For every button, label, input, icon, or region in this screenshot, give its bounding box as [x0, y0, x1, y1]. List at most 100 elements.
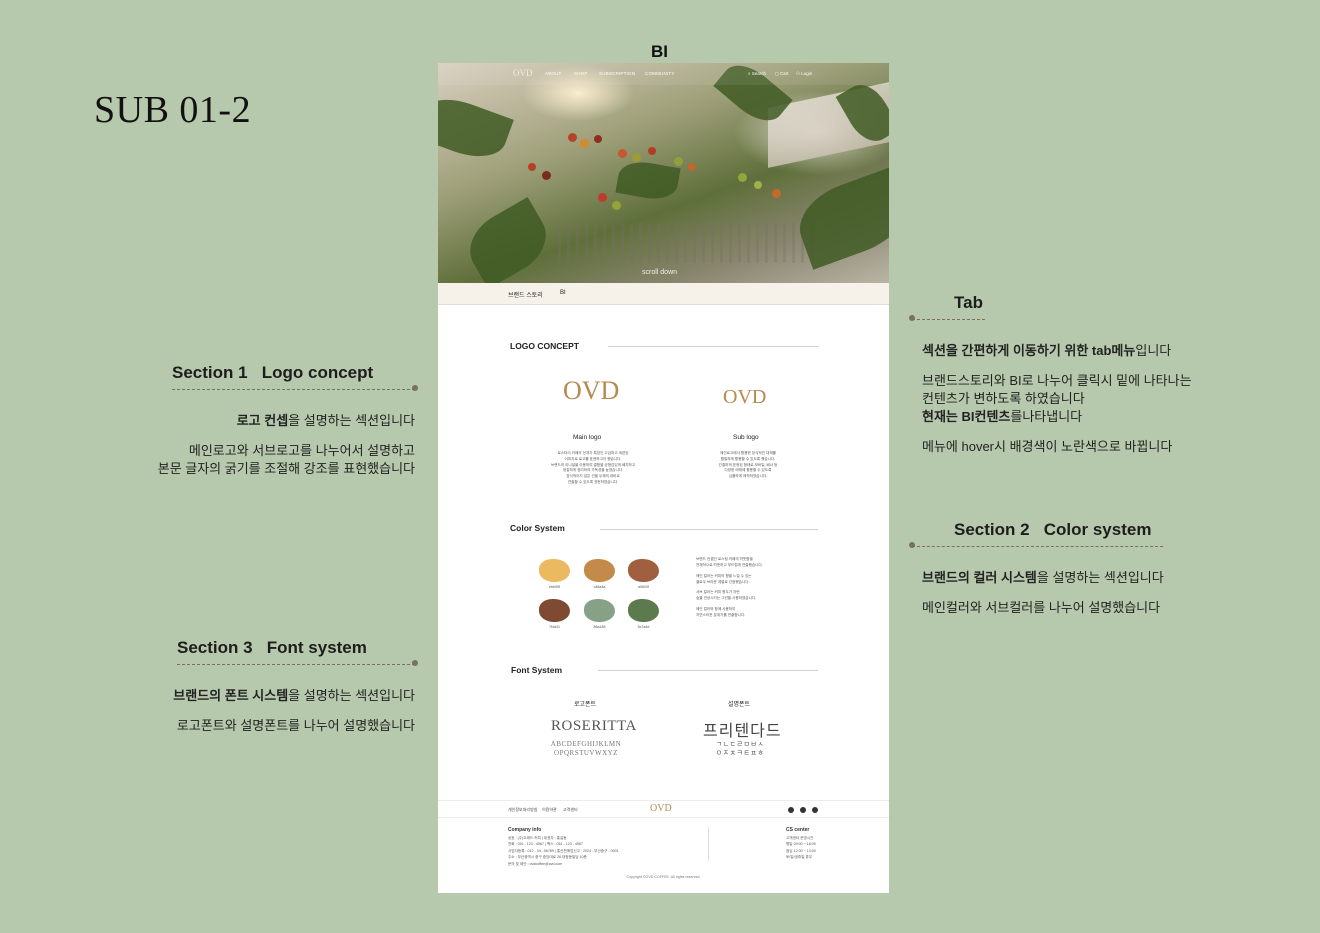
- annotation-tab-line2b: 컨텐츠가 변하도록 하였습니다: [922, 391, 1085, 407]
- sub-logo-caption: Sub logo: [733, 434, 759, 441]
- berry: [754, 181, 762, 189]
- annotation-tab-title: Tab: [954, 293, 983, 312]
- body-font-caption: 설명폰트: [728, 702, 751, 708]
- annotation-section3-line1: 을 설명하는 섹션입니다: [288, 687, 415, 703]
- footer-link-cs[interactable]: 고객센터: [563, 807, 578, 813]
- berry: [598, 193, 607, 202]
- footer-link-privacy[interactable]: 개인정보처리방침: [508, 807, 537, 813]
- color-swatch-label: a0603f: [638, 585, 649, 589]
- annotation-section1-title: Section 1 Logo concept: [172, 363, 374, 382]
- main-logo-mark: OVD: [563, 376, 620, 405]
- color-swatch: [584, 599, 615, 622]
- color-swatch-label: 5c7a4d: [637, 625, 650, 629]
- hero-image: scroll down OVD ABOUT SHOP SUBSCRIPTION …: [438, 63, 889, 283]
- annotation-tab-bold2: 현재는 BI컨텐츠: [922, 408, 1011, 424]
- tab-bi[interactable]: BI: [560, 290, 566, 296]
- mockup-title: BI: [651, 42, 668, 61]
- cs-center-text: 고객센터 운영시간 평일 09:00 ~ 18:00 점심 12:00 ~ 13…: [786, 835, 856, 861]
- rule-dot: [412, 660, 418, 667]
- berry: [580, 139, 589, 148]
- section-divider: [608, 346, 818, 347]
- berry: [618, 149, 627, 158]
- annotation-section1-rule: [172, 385, 418, 392]
- logo-font-name: ROSERITTA: [551, 718, 637, 734]
- color-swatch-label: ebb95f: [549, 585, 560, 589]
- scroll-down-hint[interactable]: scroll down: [642, 269, 677, 276]
- color-swatch: [584, 559, 615, 582]
- nav-search[interactable]: ⌕ Search: [748, 71, 766, 76]
- company-info-text: 상호 : (주)오래드 커피 | 대표자 : 홍길동 전화 : 051 - 12…: [508, 835, 698, 867]
- leaf: [615, 158, 681, 203]
- annotation-tab-line2a: 브랜드스토리와 BI로 나누어 클릭시 밑에 나타나는: [922, 373, 1192, 389]
- logo-font-caption: 로고폰트: [574, 702, 597, 708]
- annotation-section2: Section 2 Color system 브랜드의 컬러 시스템을 설명하는…: [909, 519, 1212, 617]
- sub-logo-mark: OVD: [723, 386, 767, 408]
- nav-shop[interactable]: SHOP: [574, 71, 588, 76]
- rule-dot: [909, 315, 915, 322]
- main-logo-caption: Main logo: [573, 434, 602, 441]
- color-system-heading: Color System: [510, 523, 565, 533]
- annotation-section3-title: Section 3 Font system: [177, 638, 367, 657]
- facebook-icon[interactable]: [812, 807, 818, 813]
- color-swatch-label: c48a4a: [593, 585, 606, 589]
- rule-dot: [909, 542, 915, 549]
- color-swatch: [539, 559, 570, 582]
- site-nav: OVD ABOUT SHOP SUBSCRIPTION COMMUNITY ⌕ …: [438, 63, 889, 85]
- berry: [594, 135, 602, 143]
- berry: [674, 157, 683, 166]
- annotation-section3-bold: 브랜드의 폰트 시스템: [173, 687, 289, 703]
- nav-login[interactable]: ⚇ Login: [796, 71, 812, 77]
- annotation-section2-line1: 을 설명하는 섹션입니다: [1036, 569, 1164, 585]
- annotation-section2-title: Section 2 Color system: [954, 520, 1152, 539]
- section-divider: [598, 670, 818, 671]
- nav-about[interactable]: ABOUT: [545, 71, 562, 76]
- berry: [568, 133, 577, 142]
- annotation-section2-rule: [909, 542, 1163, 549]
- alphabet-line: ABCDEFGHIJKLMN: [550, 740, 622, 748]
- instagram-icon[interactable]: [788, 807, 794, 813]
- footer-logo[interactable]: OVD: [650, 803, 672, 814]
- leaf: [458, 197, 558, 283]
- annotation-section1-line2a: 메인로고와 서브로고를 나누어서 설명하고: [188, 443, 415, 459]
- annotation-tab-line2c: 를나타냅니다: [1010, 408, 1083, 424]
- nav-subscription[interactable]: SUBSCRIPTION: [599, 71, 635, 76]
- text-line: 심플하게 제작하였습니다.: [728, 474, 768, 478]
- footer-link-terms[interactable]: 이용약관: [542, 807, 557, 813]
- annotation-section1-line2b: 본문 글자의 굵기를 조절해 강조를 표현했습니다: [157, 461, 415, 477]
- berry: [648, 147, 656, 155]
- annotation-tab-line3: 메뉴에 hover시 배경색이 노란색으로 바뀝니다: [922, 439, 1173, 455]
- cart-label: Cart: [780, 71, 789, 76]
- leaf: [438, 89, 514, 167]
- text-line: 연출할 수 있도록 표현하였습니다.: [567, 479, 619, 484]
- footer-bar: 개인정보처리방침 이용약관 고객센터 OVD: [438, 800, 889, 818]
- annotation-section2-line2: 메인컬러와 서브컬러를 나누어 설명했습니다: [922, 600, 1161, 616]
- annotation-section3: Section 3 Font system 브랜드의 폰트 시스템을 설명하는 …: [140, 637, 418, 735]
- color-swatch-label: 86a185: [593, 625, 606, 629]
- nav-community[interactable]: COMMUNITY: [645, 71, 675, 76]
- rule-dot: [412, 385, 418, 392]
- berry: [612, 201, 621, 210]
- annotation-tab-rule: [909, 315, 985, 322]
- info-line: 문의 및 제안 : ovdcoffee@ovd.com: [508, 861, 563, 866]
- berry: [688, 163, 696, 171]
- main-logo-text: 로스터리 카페의 전개가 특징인 고급하고 세련된 이미지로 로고를 표현하고자…: [538, 451, 648, 486]
- color-swatch: [539, 599, 570, 622]
- youtube-icon[interactable]: [800, 807, 806, 813]
- login-label: Login: [801, 71, 813, 76]
- alphabet-line: ㄱㄴㄷㄹㅁㅂㅅ: [715, 740, 765, 748]
- sub-logo-text: 메인로고에서 활용한 장식적인 대체를 활발하게 활용할 수 있도록 했습니다.…: [693, 451, 803, 480]
- cs-center-heading: CS center: [786, 827, 810, 833]
- website-mockup: scroll down OVD ABOUT SHOP SUBSCRIPTION …: [438, 63, 889, 893]
- site-logo[interactable]: OVD: [513, 68, 533, 78]
- annotation-tab-line1: 입니다: [1135, 342, 1172, 358]
- logo-concept-heading: LOGO CONCEPT: [510, 341, 579, 351]
- berry: [738, 173, 747, 182]
- annotation-section3-line2: 로고폰트와 설명폰트를 나누어 설명했습니다: [176, 718, 415, 734]
- logo-font-alphabet: ABCDEFGHIJKLMN OPQRSTUVWXYZ: [536, 740, 636, 758]
- nav-cart[interactable]: ◻ Cart: [775, 71, 789, 77]
- annotation-section1: Section 1 Logo concept 로고 컨셉을 설명하는 섹션입니다…: [140, 362, 418, 478]
- info-line: 토/일/공휴일 휴무: [786, 855, 813, 860]
- tab-brand-story[interactable]: 브랜드 스토리: [508, 290, 543, 299]
- color-swatch-label: 7f4a31: [549, 625, 560, 629]
- copyright: Copyright ©OVD COFFEE. All rights reserv…: [626, 875, 701, 879]
